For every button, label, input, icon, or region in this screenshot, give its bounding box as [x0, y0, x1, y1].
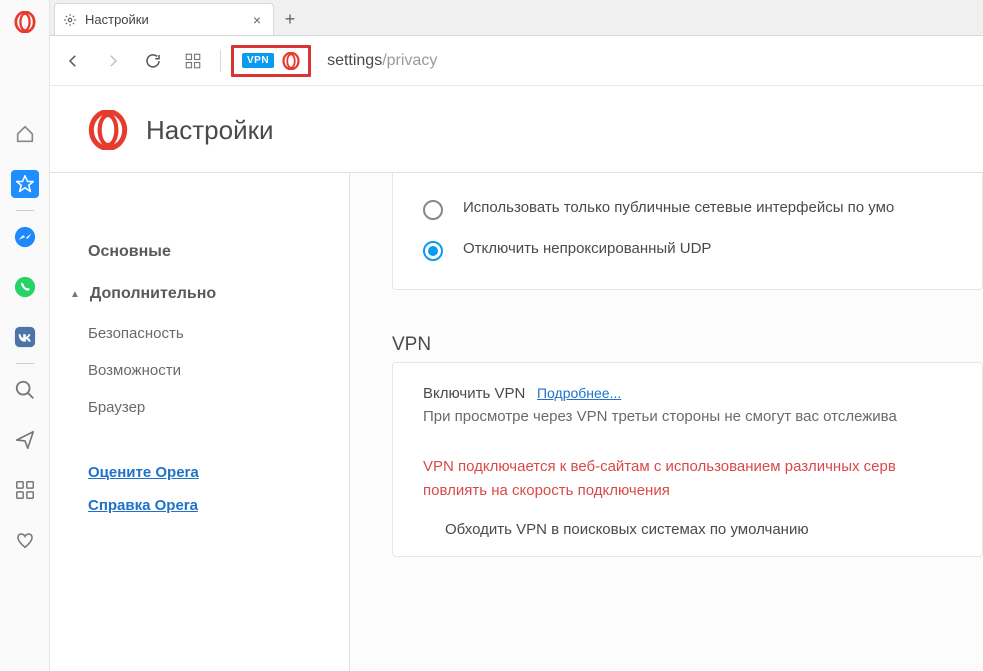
radio-unchecked-icon[interactable]: [423, 200, 443, 220]
tab-close-icon[interactable]: ×: [249, 12, 265, 28]
speed-dial-icon[interactable]: [176, 44, 210, 78]
radio-row-udp[interactable]: Отключить непроксированный UDP: [393, 230, 982, 271]
forward-button[interactable]: [96, 44, 130, 78]
url-path: /privacy: [382, 52, 437, 69]
body-split: Основные ▲ Дополнительно Безопасность Во…: [50, 172, 983, 671]
toolbar: VPN settings/privacy: [50, 36, 983, 86]
send-icon[interactable]: [11, 426, 39, 454]
address-bar[interactable]: settings/privacy: [317, 52, 977, 70]
sidebar-item-advanced[interactable]: ▲ Дополнительно: [70, 273, 325, 315]
vpn-warning-line2: повлиять на скорость подключения: [423, 479, 952, 503]
settings-sidebar: Основные ▲ Дополнительно Безопасность Во…: [50, 172, 350, 671]
messenger-icon[interactable]: [11, 223, 39, 251]
main-column: Настройки × + VPN settings/privacy: [50, 0, 983, 671]
sidebar-sub-features[interactable]: Возможности: [88, 352, 325, 389]
page-title: Настройки: [146, 115, 274, 146]
enable-vpn-label: Включить VPN: [423, 385, 525, 402]
tab-title: Настройки: [85, 12, 149, 27]
radio-checked-icon[interactable]: [423, 241, 443, 261]
home-icon[interactable]: [11, 120, 39, 148]
left-rail: [0, 0, 50, 671]
bookmarks-icon[interactable]: [11, 170, 39, 198]
vpn-card: Включить VPN Подробнее... При просмотре …: [392, 362, 983, 557]
opera-badge-icon[interactable]: [282, 52, 300, 70]
sidebar-sub-browser[interactable]: Браузер: [88, 389, 325, 426]
bypass-label: Обходить VPN в поисковых системах по умо…: [445, 521, 809, 538]
reload-button[interactable]: [136, 44, 170, 78]
content-area: Настройки Основные ▲ Дополнительно Безоп…: [50, 86, 983, 671]
learn-more-link[interactable]: Подробнее...: [537, 385, 621, 401]
vpn-warning-line1: VPN подключается к веб-сайтам с использо…: [423, 455, 952, 479]
vpn-description: При просмотре через VPN третьи стороны н…: [423, 406, 952, 429]
sidebar-sub-security[interactable]: Безопасность: [88, 315, 325, 352]
gear-icon: [63, 13, 77, 27]
sidebar-link-rate[interactable]: Оцените Opera: [88, 456, 325, 489]
settings-pane: Использовать только публичные сетевые ин…: [350, 172, 983, 671]
rail-separator: [16, 363, 34, 364]
url-host: settings: [327, 52, 382, 69]
toolbar-separator: [220, 50, 221, 72]
opera-logo-icon[interactable]: [11, 8, 39, 36]
radio-row-public[interactable]: Использовать только публичные сетевые ин…: [393, 189, 982, 230]
vpn-section-title: VPN: [392, 320, 983, 362]
webrtc-card: Использовать только публичные сетевые ин…: [392, 172, 983, 290]
sidebar-item-advanced-label: Дополнительно: [90, 285, 216, 303]
apps-icon[interactable]: [11, 476, 39, 504]
vpn-highlight-box: VPN: [231, 45, 311, 77]
tab-strip: Настройки × +: [50, 0, 983, 36]
whatsapp-icon[interactable]: [11, 273, 39, 301]
search-icon[interactable]: [11, 376, 39, 404]
chevron-up-icon: ▲: [70, 289, 80, 300]
heart-icon[interactable]: [11, 526, 39, 554]
back-button[interactable]: [56, 44, 90, 78]
vpn-badge[interactable]: VPN: [242, 53, 274, 68]
radio-label: Отключить непроксированный UDP: [463, 240, 711, 257]
radio-label: Использовать только публичные сетевые ин…: [463, 199, 894, 216]
bypass-row[interactable]: Обходить VPN в поисковых системах по умо…: [393, 507, 982, 538]
sidebar-item-main[interactable]: Основные: [88, 231, 325, 273]
page-header: Настройки: [50, 86, 983, 172]
rail-separator: [16, 210, 34, 211]
tab-settings[interactable]: Настройки ×: [54, 3, 274, 35]
opera-page-icon: [88, 110, 128, 150]
vk-icon[interactable]: [11, 323, 39, 351]
sidebar-link-help[interactable]: Справка Opera: [88, 489, 325, 522]
new-tab-button[interactable]: +: [274, 3, 306, 35]
